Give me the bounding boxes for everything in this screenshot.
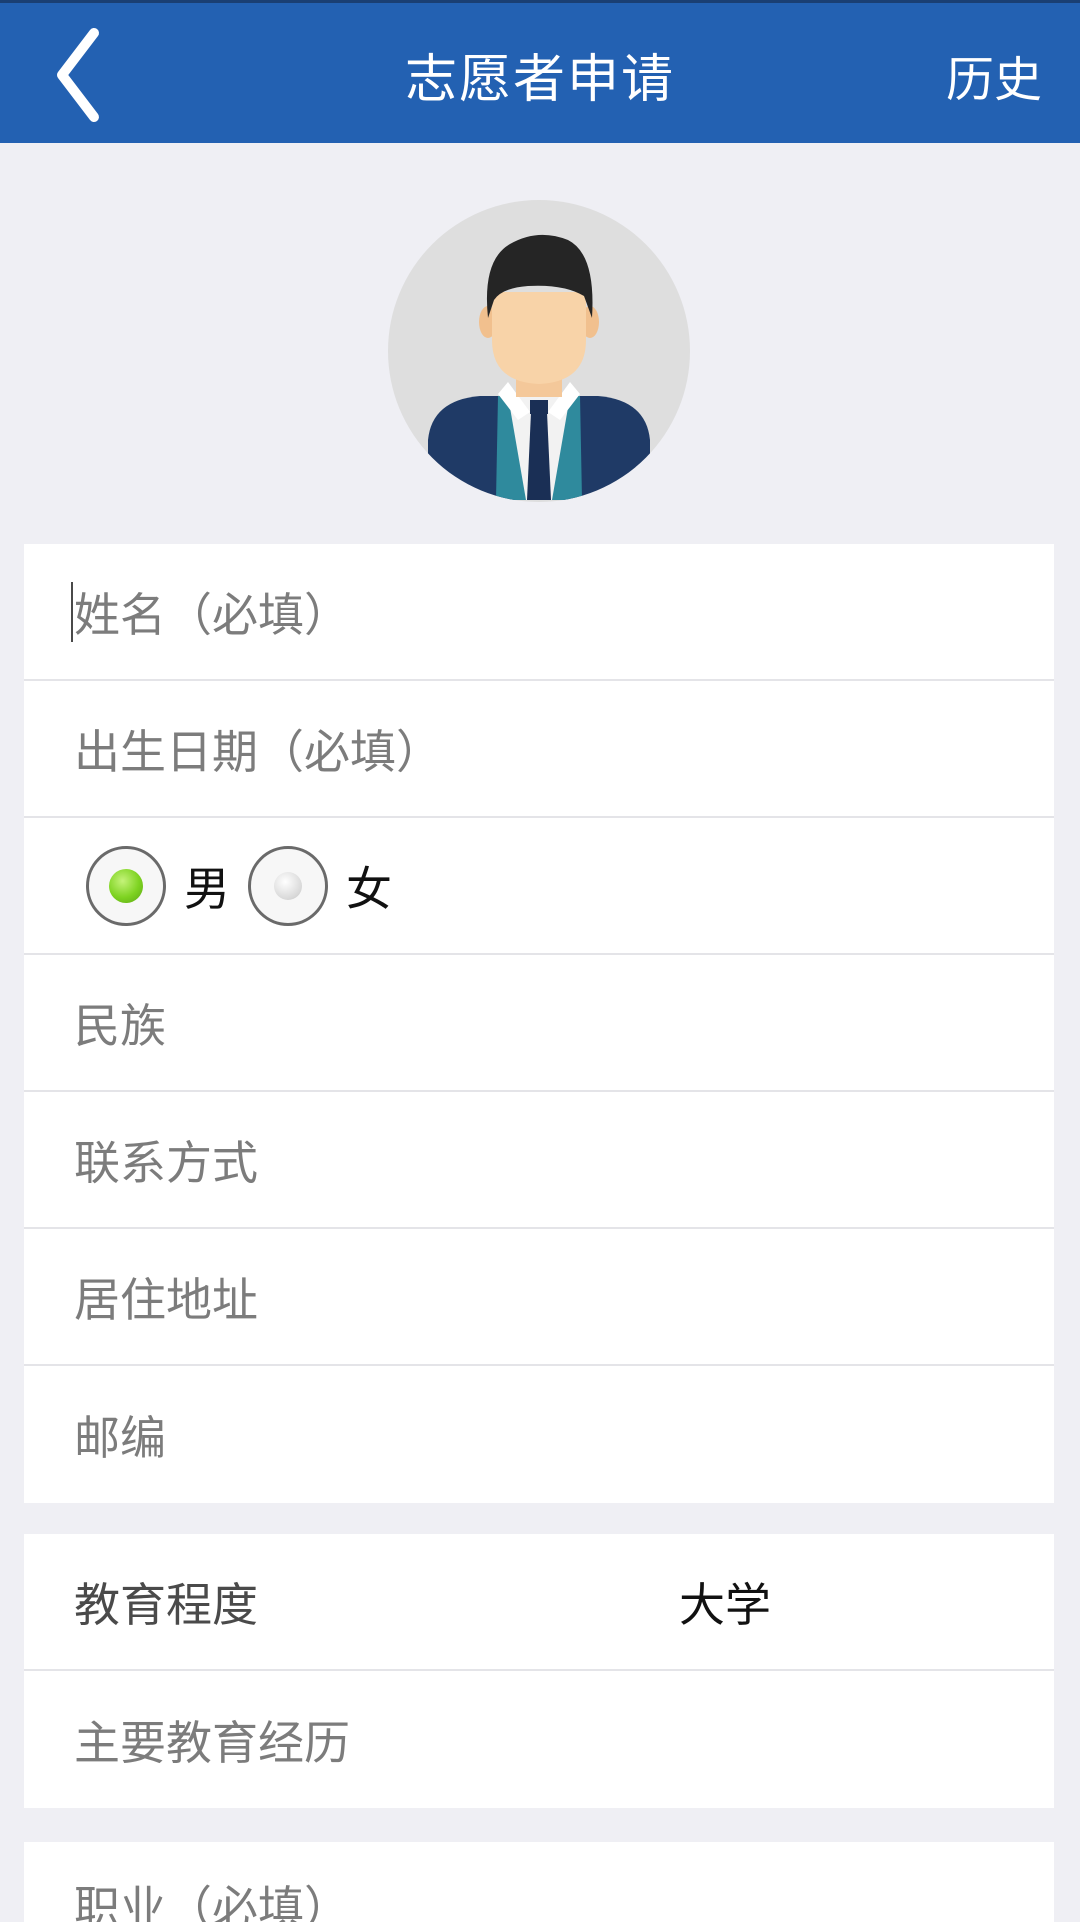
- education-level-label: 教育程度: [74, 1577, 258, 1632]
- radio-unselected-icon: [274, 871, 302, 900]
- name-placeholder: 姓名（必填）: [74, 587, 350, 642]
- radio-male[interactable]: [86, 845, 166, 926]
- avatar[interactable]: [388, 200, 690, 502]
- app-header: 志愿者申请 历史: [0, 0, 1080, 143]
- gender-male-label: 男: [184, 861, 230, 916]
- contact-field[interactable]: 联系方式: [24, 1092, 1054, 1229]
- education-level-value: 大学: [679, 1577, 771, 1632]
- birthdate-field[interactable]: 出生日期（必填）: [24, 681, 1054, 818]
- ethnicity-placeholder: 民族: [74, 998, 166, 1053]
- occupation-field[interactable]: 职业（必填）: [24, 1842, 1054, 1922]
- ethnicity-field[interactable]: 民族: [24, 955, 1054, 1092]
- name-field[interactable]: 姓名（必填）: [24, 544, 1054, 681]
- education-level-select[interactable]: 教育程度 大学: [24, 1534, 1054, 1671]
- address-field[interactable]: 居住地址: [24, 1229, 1054, 1366]
- personal-info-group: 姓名（必填） 出生日期（必填） 男 女 民族 联系方式 居住地址 邮编: [24, 544, 1054, 1503]
- occupation-placeholder: 职业（必填）: [74, 1881, 350, 1922]
- education-group: 教育程度 大学 主要教育经历: [24, 1534, 1054, 1808]
- education-history-field[interactable]: 主要教育经历: [24, 1671, 1054, 1808]
- occupation-group: 职业（必填）: [24, 1842, 1054, 1922]
- postcode-field[interactable]: 邮编: [24, 1366, 1054, 1503]
- contact-placeholder: 联系方式: [74, 1135, 258, 1190]
- gender-row: 男 女: [24, 818, 1054, 955]
- gender-female-label: 女: [346, 861, 392, 916]
- postcode-placeholder: 邮编: [74, 1410, 166, 1465]
- page-title: 志愿者申请: [404, 50, 675, 110]
- birthdate-placeholder: 出生日期（必填）: [74, 724, 442, 779]
- radio-selected-icon: [109, 868, 143, 903]
- history-button[interactable]: 历史: [946, 3, 1042, 146]
- education-history-placeholder: 主要教育经历: [74, 1715, 350, 1770]
- address-placeholder: 居住地址: [74, 1272, 258, 1327]
- radio-female[interactable]: [248, 845, 328, 926]
- avatar-icon: [428, 234, 650, 500]
- text-caret: [71, 582, 73, 642]
